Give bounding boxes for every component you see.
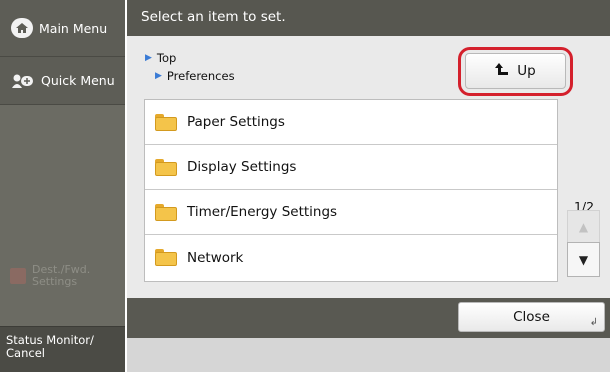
up-arrow-icon [495,62,509,80]
breadcrumb-preferences: ▶ Preferences [155,67,235,85]
list-item-label: Display Settings [187,159,297,175]
folder-icon [155,249,177,266]
triangle-right-icon: ▶ [145,53,152,63]
up-button[interactable]: Up [465,53,566,89]
list-item-paper-settings[interactable]: Paper Settings [145,100,557,145]
breadcrumb-preferences-label: Preferences [166,69,235,83]
close-button[interactable]: Close ↲ [458,302,605,332]
scroll-up-button: ▲ [567,210,600,244]
dest-fwd-icon [10,268,26,284]
folder-icon [155,203,177,221]
triangle-down-icon: ▼ [578,252,589,267]
content-area: ▶ Top ▶ Preferences Up Paper Settings Di… [127,36,610,298]
up-button-label: Up [517,63,536,79]
scroll-down-button[interactable]: ▼ [567,242,600,277]
quick-menu-button[interactable]: Quick Menu [0,57,125,105]
status-monitor-label: Status Monitor/ Cancel [6,333,94,360]
breadcrumb-top: ▶ Top [145,49,235,67]
main-panel: Select an item to set. ▶ Top ▶ Preferenc… [127,0,610,372]
dest-fwd-label: Dest./Fwd. Settings [32,263,91,288]
sidebar: Main Menu Quick Menu Dest./Fwd. Settings… [0,0,125,372]
status-monitor-button[interactable]: Status Monitor/ Cancel [0,326,125,372]
quick-menu-icon [11,73,35,89]
folder-icon [155,158,177,176]
list-item-network[interactable]: Network [145,235,557,280]
folder-icon [155,113,177,131]
list-item-label: Timer/Energy Settings [187,204,338,220]
footer-bar: Close ↲ [127,298,610,338]
breadcrumb-top-label: Top [156,51,177,65]
dest-fwd-settings-button: Dest./Fwd. Settings [0,254,125,298]
enter-icon: ↲ [589,317,598,328]
list-item-display-settings[interactable]: Display Settings [145,145,557,190]
breadcrumb: ▶ Top ▶ Preferences [145,49,235,85]
triangle-right-icon: ▶ [155,71,162,81]
settings-list: Paper Settings Display Settings Timer/En… [144,99,558,282]
main-menu-label: Main Menu [39,20,108,36]
main-menu-button[interactable]: Main Menu [0,0,125,57]
triangle-up-icon: ▲ [578,220,589,234]
page-title: Select an item to set. [127,0,610,36]
list-item-label: Network [187,249,244,266]
close-button-label: Close [513,309,550,325]
quick-menu-label: Quick Menu [41,73,115,88]
list-item-label: Paper Settings [187,114,285,130]
bottom-strip [127,338,610,372]
list-item-timer-energy-settings[interactable]: Timer/Energy Settings [145,190,557,235]
home-icon [11,18,33,38]
